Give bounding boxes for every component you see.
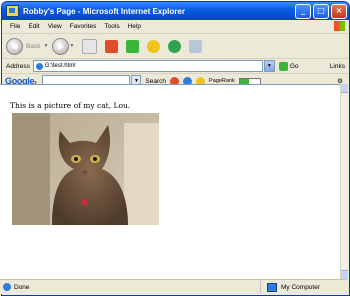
address-value: G:\test.html [44, 63, 76, 69]
address-dropdown-icon[interactable]: ▼ [263, 60, 275, 72]
favorites-icon[interactable] [147, 39, 161, 53]
menu-tools[interactable]: Tools [104, 23, 119, 30]
page-content: This is a picture of my cat, Lou. [0, 84, 340, 280]
standard-toolbar: ◀ Back ▼ ▶ ▼ [2, 34, 349, 59]
stop-icon[interactable] [82, 38, 98, 54]
minimize-button[interactable]: _ [295, 3, 311, 19]
status-bar: Done My Computer [0, 279, 347, 294]
close-button[interactable]: × [331, 3, 347, 19]
title-bar: Robby's Page - Microsoft Internet Explor… [2, 2, 349, 20]
window-title: Robby's Page - Microsoft Internet Explor… [23, 6, 185, 16]
refresh-icon[interactable] [105, 39, 119, 53]
history-icon[interactable] [168, 39, 182, 53]
page-text: This is a picture of my cat, Lou. [10, 101, 131, 110]
scroll-down-icon[interactable] [341, 270, 348, 279]
maximize-button[interactable]: □ [313, 3, 329, 19]
address-bar: Address G:\test.html ▼ Go Links [2, 59, 349, 74]
back-label: Back [26, 42, 41, 50]
home-icon[interactable] [126, 39, 140, 53]
menu-help[interactable]: Help [128, 23, 141, 30]
print-icon[interactable] [189, 39, 203, 53]
vertical-scrollbar[interactable] [340, 84, 348, 279]
forward-button[interactable]: ▶ [52, 37, 70, 55]
security-zone: My Computer [260, 281, 343, 293]
menu-bar: File Edit View Favorites Tools Help [2, 20, 349, 34]
go-button[interactable]: Go [290, 63, 299, 70]
page-icon [35, 62, 43, 70]
address-input[interactable]: G:\test.html [32, 60, 263, 72]
go-icon[interactable] [278, 61, 288, 71]
menu-file[interactable]: File [10, 23, 20, 30]
computer-icon [267, 282, 277, 292]
back-button[interactable]: ◀ [6, 37, 23, 55]
menu-view[interactable]: View [48, 23, 62, 30]
cat-photo [12, 113, 159, 225]
forward-dropdown-icon[interactable]: ▼ [69, 43, 74, 49]
status-page-icon [3, 283, 11, 291]
address-label: Address [6, 62, 30, 70]
menu-favorites[interactable]: Favorites [70, 23, 97, 30]
windows-logo-icon [334, 21, 345, 31]
back-dropdown-icon[interactable]: ▼ [43, 43, 48, 49]
scroll-up-icon[interactable] [341, 84, 348, 93]
zone-text: My Computer [281, 283, 321, 291]
menu-edit[interactable]: Edit [28, 23, 39, 30]
links-button[interactable]: Links [330, 63, 345, 70]
ie-app-icon[interactable] [6, 5, 19, 17]
status-text: Done [14, 283, 30, 291]
